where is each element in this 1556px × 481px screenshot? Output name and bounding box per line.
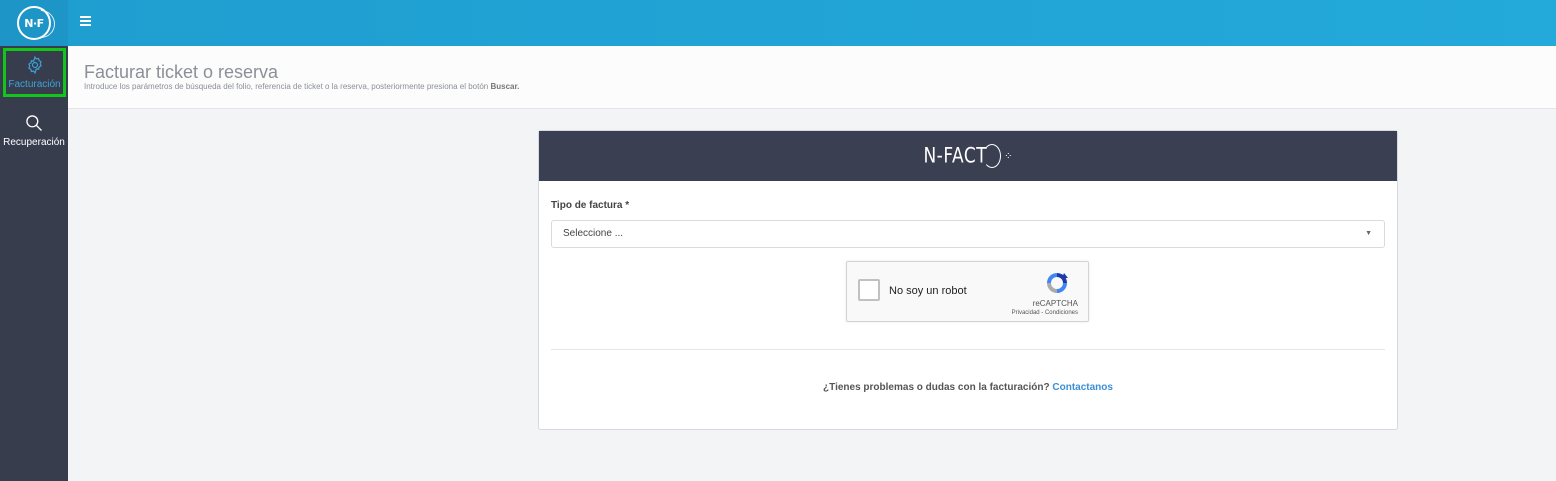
contact-link[interactable]: Contactanos	[1052, 382, 1113, 393]
invoice-type-select[interactable]: Seleccione ... ▼	[551, 220, 1385, 248]
hamburger-icon[interactable]	[80, 16, 91, 27]
page-subtitle-bold: Buscar.	[490, 82, 520, 91]
sidebar-item-recuperacion[interactable]: Recuperación	[0, 104, 68, 156]
logo-mark: N·F	[17, 6, 51, 40]
page-header: Facturar ticket o reserva Introduce los …	[68, 46, 1556, 109]
brand-dots-icon: ⁘	[1004, 150, 1013, 162]
gear-icon	[27, 55, 42, 75]
recaptcha-links[interactable]: Privacidad - Condiciones	[1012, 310, 1078, 316]
recaptcha-label: No soy un robot	[889, 285, 967, 297]
sidebar-item-label: Recuperación	[3, 136, 65, 148]
invoice-type-label: Tipo de factura *	[551, 200, 630, 211]
sidebar: Facturación Recuperación	[0, 46, 68, 481]
help-question: ¿Tienes problemas o dudas con la factura…	[823, 382, 1050, 393]
recaptcha-checkbox[interactable]	[858, 279, 880, 301]
select-value: Seleccione ...	[563, 228, 624, 239]
brand-text: N-FACT	[923, 143, 988, 169]
recaptcha-brand: reCAPTCHA	[1032, 299, 1078, 308]
search-icon	[26, 114, 42, 131]
sidebar-item-label: Facturación	[8, 79, 61, 90]
recaptcha-widget: No soy un robot reCAPTCHA Privacidad - C…	[846, 261, 1089, 322]
card-header: N-FACT ⁘	[539, 131, 1397, 181]
app-logo[interactable]: N·F	[0, 0, 68, 46]
page-title: Facturar ticket o reserva	[84, 62, 279, 82]
logo-text: N·F	[24, 16, 44, 30]
top-bar: N·F	[0, 0, 1556, 46]
recaptcha-logo-icon	[1047, 273, 1068, 293]
brand-logo: N-FACT ⁘	[923, 143, 1013, 169]
sidebar-item-facturacion[interactable]: Facturación	[3, 48, 66, 97]
page-subtitle-text: Introduce los parámetros de búsqueda del…	[84, 82, 489, 91]
billing-card: N-FACT ⁘ Tipo de factura * Seleccione ..…	[538, 130, 1398, 430]
help-text: ¿Tienes problemas o dudas con la factura…	[539, 382, 1397, 393]
divider	[551, 349, 1385, 350]
chevron-down-icon: ▼	[1365, 230, 1372, 237]
page-subtitle: Introduce los parámetros de búsqueda del…	[84, 82, 519, 91]
